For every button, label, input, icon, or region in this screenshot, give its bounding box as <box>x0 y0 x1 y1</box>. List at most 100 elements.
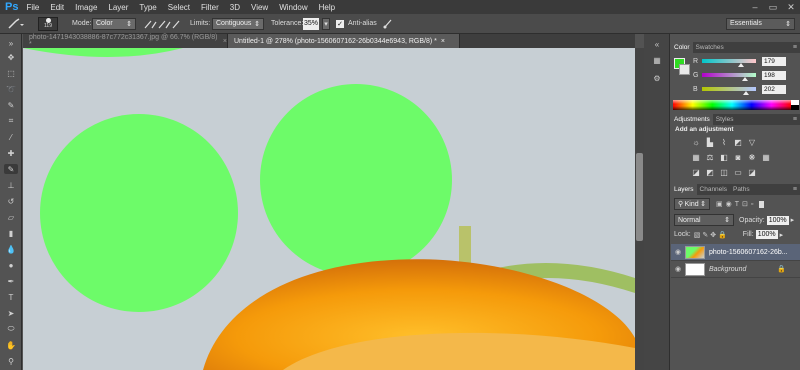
ramp-swatches[interactable] <box>791 100 799 110</box>
menu-image[interactable]: Image <box>75 3 97 12</box>
history-icon[interactable]: ▦ <box>650 54 664 66</box>
clone-stamp-tool-icon[interactable]: ⊥ <box>4 180 18 190</box>
workspace-dropdown[interactable]: Essentials ⇕ <box>726 17 795 30</box>
tab-styles[interactable]: Styles <box>713 114 737 125</box>
tab-untitled[interactable]: Untitled-1 @ 278% (photo-1560607162-26b0… <box>228 34 460 48</box>
color-ramp[interactable] <box>673 100 791 110</box>
tab-layers[interactable]: Layers <box>671 184 697 195</box>
channel-g-slider[interactable] <box>702 73 756 81</box>
tab-channels[interactable]: Channels <box>697 184 730 195</box>
spot-healing-tool-icon[interactable]: ✚ <box>4 148 18 158</box>
filter-icons[interactable]: ▣◉T⊡▫ <box>716 200 756 208</box>
color-replacement-tool-icon[interactable]: ✎ <box>4 164 18 174</box>
layer-name[interactable]: Background <box>709 266 746 273</box>
vibrance-icon[interactable]: ▽ <box>747 137 757 147</box>
menu-help[interactable]: Help <box>319 3 335 12</box>
photo-filter-icon[interactable]: ◙ <box>733 152 743 162</box>
history-brush-tool-icon[interactable]: ↺ <box>4 196 18 206</box>
filter-toggle[interactable] <box>759 200 765 208</box>
collapse-icon[interactable]: » <box>4 38 18 48</box>
eyedropper-tool-icon[interactable]: ⁄ <box>4 132 18 142</box>
tab-swatches[interactable]: Swatches <box>693 42 727 53</box>
slider-caret[interactable] <box>743 91 749 95</box>
channel-b-value[interactable]: 202 <box>762 84 786 94</box>
fill-slider-toggle[interactable]: ▸ <box>780 231 784 239</box>
dodge-tool-icon[interactable]: ● <box>4 260 18 270</box>
crop-tool-icon[interactable]: ⌗ <box>4 116 18 126</box>
properties-icon[interactable]: ⚙ <box>650 72 664 84</box>
maximize-icon[interactable]: ▭ <box>764 0 782 14</box>
black-white-icon[interactable]: ◧ <box>719 152 729 162</box>
color-balance-icon[interactable]: ⚖ <box>705 152 715 162</box>
tab-adjustments[interactable]: Adjustments <box>671 114 713 125</box>
channel-mixer-icon[interactable]: ❋ <box>747 152 757 162</box>
document-canvas[interactable] <box>23 48 635 370</box>
menu-type[interactable]: Type <box>139 3 156 12</box>
selective-color-icon[interactable]: ◪ <box>747 167 757 177</box>
antialias-checkbox[interactable]: ✓ <box>336 19 344 28</box>
hand-tool-icon[interactable]: ✋ <box>4 340 18 350</box>
posterize-icon[interactable]: ◩ <box>705 167 715 177</box>
opacity-input[interactable]: 100% <box>766 215 789 225</box>
pen-tool-icon[interactable]: ✒ <box>4 276 18 286</box>
pressure-icon[interactable] <box>382 18 394 30</box>
panel-menu-icon[interactable]: ≡ <box>793 44 797 51</box>
channel-g-value[interactable]: 198 <box>762 70 786 80</box>
layer-row-photo[interactable]: ◉ photo-1560607162-26b... <box>671 244 800 261</box>
tab-photo[interactable]: photo-1471943038886-87c772c31367.jpg @ 6… <box>23 34 228 48</box>
eye-icon[interactable]: ◉ <box>671 248 685 256</box>
scroll-thumb[interactable] <box>636 153 643 241</box>
menu-layer[interactable]: Layer <box>108 3 128 12</box>
menu-edit[interactable]: Edit <box>50 3 64 12</box>
layer-row-background[interactable]: ◉ Background 🔒 <box>671 261 800 278</box>
blend-mode-dropdown[interactable]: Normal ⇕ <box>674 214 734 226</box>
lasso-tool-icon[interactable]: ➰ <box>4 84 18 94</box>
minimize-icon[interactable]: – <box>746 0 764 14</box>
quick-select-tool-icon[interactable]: ✎ <box>4 100 18 110</box>
tab-close-icon[interactable]: × <box>223 38 227 45</box>
menu-select[interactable]: Select <box>168 3 190 12</box>
opacity-slider-toggle[interactable]: ▸ <box>791 216 795 224</box>
vertical-scrollbar[interactable] <box>635 48 644 370</box>
channel-r-value[interactable]: 179 <box>762 56 786 66</box>
menu-filter[interactable]: Filter <box>201 3 219 12</box>
panel-menu-icon[interactable]: ≡ <box>793 186 797 193</box>
tool-preset-picker[interactable] <box>6 17 24 30</box>
ellipse-tool-icon[interactable]: ⬭ <box>4 324 18 334</box>
tab-color[interactable]: Color <box>671 42 693 53</box>
slider-caret[interactable] <box>742 77 748 81</box>
invert-icon[interactable]: ◪ <box>691 167 701 177</box>
menu-file[interactable]: File <box>26 3 39 12</box>
eye-icon[interactable]: ◉ <box>671 265 685 273</box>
lock-icons[interactable]: ▧✎✥🔒 <box>694 231 729 239</box>
kind-filter-dropdown[interactable]: ⚲ Kind ⇕ <box>674 198 710 210</box>
mode-dropdown[interactable]: Color ⇕ <box>92 17 136 30</box>
slider-caret[interactable] <box>738 63 744 67</box>
levels-icon[interactable]: ▙ <box>705 137 715 147</box>
channel-r-slider[interactable] <box>702 59 756 67</box>
eraser-tool-icon[interactable]: ▱ <box>4 212 18 222</box>
close-icon[interactable]: ✕ <box>782 0 800 14</box>
type-tool-icon[interactable]: T <box>4 292 18 302</box>
brush-size-picker[interactable]: 119 <box>38 16 58 31</box>
menu-window[interactable]: Window <box>279 3 307 12</box>
panel-menu-icon[interactable]: ≡ <box>793 116 797 123</box>
fill-input[interactable]: 100% <box>755 230 778 239</box>
sample-icons[interactable] <box>143 18 183 30</box>
color-lookup-icon[interactable]: ▦ <box>761 152 771 162</box>
tab-close-icon[interactable]: × <box>441 38 445 45</box>
background-color-swatch[interactable] <box>679 64 690 75</box>
gradient-tool-icon[interactable]: ▮ <box>4 228 18 238</box>
exposure-icon[interactable]: ◩ <box>733 137 743 147</box>
path-select-tool-icon[interactable]: ➤ <box>4 308 18 318</box>
blur-tool-icon[interactable]: 💧 <box>4 244 18 254</box>
limits-dropdown[interactable]: Contiguous ⇕ <box>212 17 264 30</box>
gradient-map-icon[interactable]: ▭ <box>733 167 743 177</box>
channel-b-slider[interactable] <box>702 87 756 95</box>
hue-saturation-icon[interactable]: ▦ <box>691 152 701 162</box>
move-tool-icon[interactable]: ✥ <box>4 52 18 62</box>
menu-view[interactable]: View <box>251 3 268 12</box>
collapse-icon[interactable]: « <box>650 38 664 50</box>
menu-3d[interactable]: 3D <box>230 3 240 12</box>
tolerance-input[interactable]: 35% <box>303 17 319 30</box>
